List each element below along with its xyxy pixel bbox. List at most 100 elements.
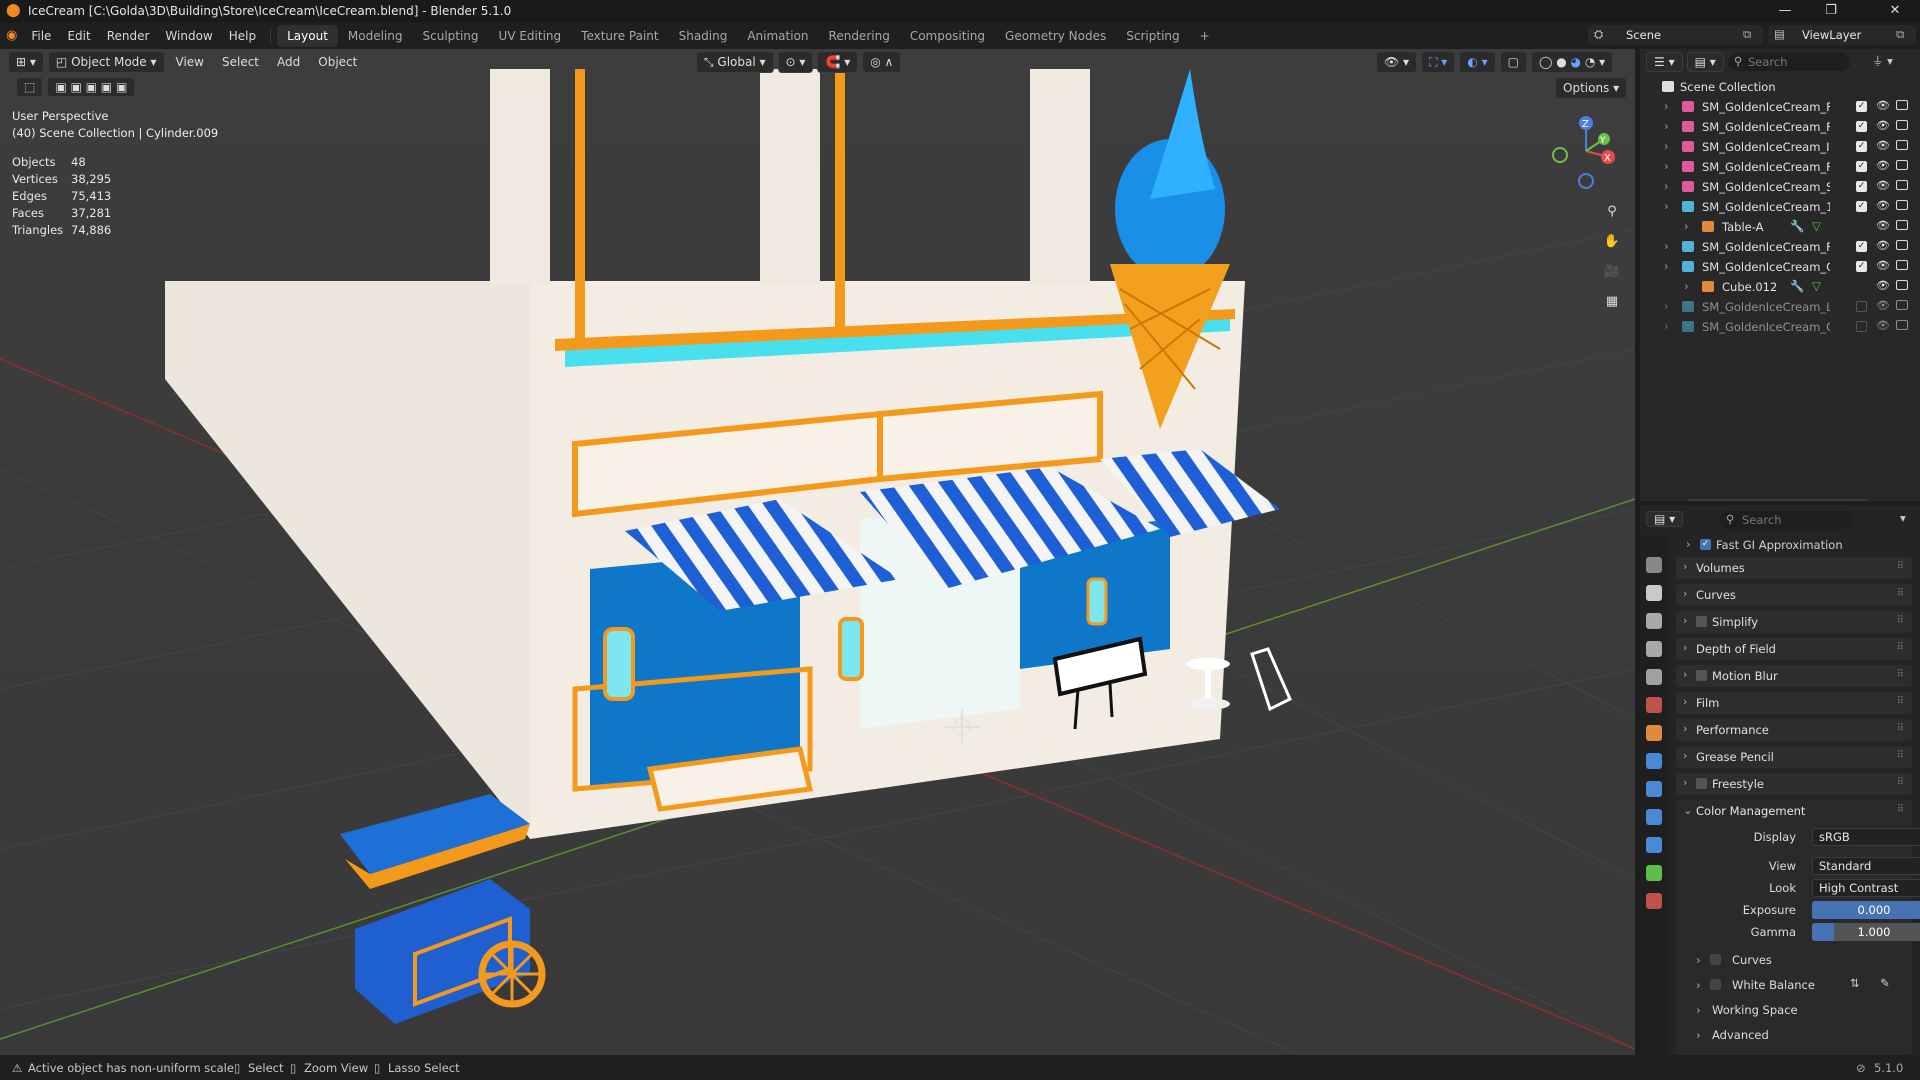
outliner-row[interactable]: › SM_GoldenIceCream_C 👁 [1640, 317, 1920, 337]
scene-selector[interactable]: ⛭ Scene ⧉ [1588, 25, 1763, 45]
menu-edit[interactable]: Edit [59, 25, 98, 47]
expand-icon[interactable]: › [1696, 978, 1701, 992]
render-camera-icon[interactable] [1896, 200, 1908, 210]
xray-button[interactable]: ▢ [1499, 51, 1527, 73]
display-dropdown[interactable]: sRGB⌄ [1812, 828, 1920, 846]
visibility-eye-icon[interactable]: 👁 [1876, 179, 1890, 192]
menu-object[interactable]: Object [311, 51, 364, 73]
props-editor-type-button[interactable]: ▤ ▾ [1646, 511, 1684, 527]
object-tab-icon[interactable] [1646, 725, 1662, 741]
visibility-eye-icon[interactable]: 👁 [1876, 159, 1890, 172]
visibility-eye-icon[interactable]: 👁 [1876, 279, 1890, 292]
drag-handle-icon[interactable]: ⠿ [1897, 696, 1904, 707]
expand-icon[interactable]: › [1696, 953, 1701, 967]
pivot-button[interactable]: ⊙ ▾ [777, 51, 814, 73]
sub-working-space[interactable]: Working Space [1712, 1003, 1798, 1017]
tab-animation[interactable]: Animation [737, 25, 818, 47]
3d-viewport[interactable]: ⊞ ▾ ◰ Object Mode ▾ View Select Add Obje… [0, 49, 1635, 1055]
exclude-checkbox[interactable]: ✓ [1856, 241, 1867, 252]
drag-handle-icon[interactable]: ⠿ [1897, 561, 1904, 572]
render-camera-icon[interactable] [1896, 320, 1908, 330]
zoom-icon[interactable]: ⚲ [1599, 199, 1625, 225]
outliner-row[interactable]: › SM_GoldenIceCream_S ✓ 👁 [1640, 177, 1920, 197]
maximize-button[interactable]: ❐ [1808, 0, 1854, 22]
drag-handle-icon[interactable]: ⠿ [1897, 669, 1904, 680]
render-camera-icon[interactable] [1896, 160, 1908, 170]
expand-chevron-icon[interactable]: › [1664, 159, 1676, 173]
sub-white-balance[interactable]: White Balance [1732, 978, 1815, 992]
drag-handle-icon[interactable]: ⠿ [1897, 615, 1904, 626]
expand-chevron-icon[interactable]: › [1664, 179, 1676, 193]
props-chevron-icon[interactable]: ▾ [1900, 511, 1906, 525]
white-balance-checkbox[interactable] [1710, 979, 1721, 990]
eyedropper-presets-icon[interactable]: ⇅ [1850, 976, 1860, 990]
drag-handle-icon[interactable]: ⠿ [1897, 588, 1904, 599]
material-tab-icon[interactable] [1646, 893, 1662, 909]
data-tab-icon[interactable] [1646, 865, 1662, 881]
tab-layout[interactable]: Layout [277, 24, 338, 47]
motion-blur-checkbox[interactable] [1696, 670, 1707, 681]
filter-icon[interactable]: ⏚ ▾ [1872, 53, 1893, 69]
tab-sculpting[interactable]: Sculpting [413, 25, 489, 47]
world-tab-icon[interactable] [1646, 697, 1662, 713]
tab-scripting[interactable]: Scripting [1116, 25, 1189, 47]
tab-rendering[interactable]: Rendering [819, 25, 900, 47]
view-dropdown[interactable]: Standard⌄ [1812, 857, 1920, 875]
orthographic-grid-icon[interactable]: ▦ [1599, 289, 1625, 315]
collapse-icon[interactable]: ⌄ [1683, 803, 1693, 817]
render-camera-icon[interactable] [1896, 260, 1908, 270]
output-tab-icon[interactable] [1646, 613, 1662, 629]
render-tab-icon[interactable] [1646, 585, 1662, 601]
look-dropdown[interactable]: High Contrast⌄ [1812, 879, 1920, 897]
drag-handle-icon[interactable]: ⠿ [1897, 642, 1904, 653]
panel-film[interactable]: › Film ⠿ [1676, 692, 1912, 714]
render-camera-icon[interactable] [1896, 180, 1908, 190]
options-button[interactable]: Options ▾ [1555, 77, 1628, 99]
overlay-toggle-button[interactable]: ◐ ▾ [1459, 51, 1496, 73]
eyedropper-icon[interactable]: ✎ [1880, 976, 1890, 990]
outliner-row[interactable]: › Cube.012 🔧 ▽ 👁 [1640, 277, 1920, 297]
constraints-tab-icon[interactable] [1646, 837, 1662, 853]
panel-volumes[interactable]: › Volumes ⠿ [1676, 557, 1912, 579]
expand-chevron-icon[interactable]: › [1664, 139, 1676, 153]
outliner-row[interactable]: › SM_GoldenIceCream_1 ✓ 👁 [1640, 197, 1920, 217]
exclude-checkbox[interactable]: ✓ [1856, 141, 1867, 152]
drag-handle-icon[interactable]: ⠿ [1897, 723, 1904, 734]
shading-modes[interactable]: ◯ ● ◕ ◔ ▾ [1530, 51, 1614, 73]
particles-tab-icon[interactable] [1646, 781, 1662, 797]
expand-chevron-icon[interactable]: › [1664, 119, 1676, 133]
orientation-selector[interactable]: ⤡ Global ▾ [696, 51, 774, 73]
freestyle-checkbox[interactable] [1696, 778, 1707, 789]
visibility-eye-icon[interactable]: 👁 [1876, 119, 1890, 132]
panel-grease-pencil[interactable]: › Grease Pencil ⠿ [1676, 746, 1912, 768]
snap-button[interactable]: 🧲 ▾ [817, 51, 859, 73]
blender-menu-icon[interactable]: ◉ [6, 28, 17, 43]
gizmo-toggle-button[interactable]: ⛶ ▾ [1421, 51, 1456, 73]
select-box-modes[interactable]: ▣ ▣ ▣ ▣ ▣ [47, 77, 136, 97]
navigation-gizmo[interactable]: Z X Y [1550, 111, 1630, 191]
camera-view-icon[interactable]: 🎥 [1599, 259, 1625, 285]
panel-simplify[interactable]: › Simplify ⠿ [1676, 611, 1912, 633]
panel-curves[interactable]: › Curves ⠿ [1676, 584, 1912, 606]
drag-handle-icon[interactable]: ⠿ [1897, 804, 1904, 815]
menu-window[interactable]: Window [157, 25, 220, 47]
visibility-eye-icon[interactable]: 👁 [1876, 199, 1890, 212]
exclude-checkbox[interactable] [1856, 321, 1867, 332]
panel-freestyle[interactable]: › Freestyle ⠿ [1676, 773, 1912, 795]
display-mode-button[interactable]: ▤ ▾ [1686, 52, 1724, 72]
visibility-eye-icon[interactable]: 👁 [1876, 259, 1890, 272]
physics-tab-icon[interactable] [1646, 809, 1662, 825]
exclude-checkbox[interactable]: ✓ [1856, 161, 1867, 172]
exclude-checkbox[interactable]: ✓ [1856, 201, 1867, 212]
menu-select[interactable]: Select [215, 51, 266, 73]
outliner-row[interactable]: › Table-A 🔧 ▽ 👁 [1640, 217, 1920, 237]
render-camera-icon[interactable] [1896, 300, 1908, 310]
drag-handle-icon[interactable]: ⠿ [1897, 750, 1904, 761]
minimize-button[interactable]: — [1762, 0, 1808, 22]
exclude-checkbox[interactable]: ✓ [1856, 261, 1867, 272]
drag-handle-icon[interactable]: ⠿ [1897, 777, 1904, 788]
menu-view[interactable]: View [169, 51, 211, 73]
proportional-edit-button[interactable]: ◎ ∧ [862, 51, 902, 73]
visibility-eye-icon[interactable]: 👁 [1876, 319, 1890, 332]
expand-chevron-icon[interactable]: › [1684, 279, 1696, 293]
